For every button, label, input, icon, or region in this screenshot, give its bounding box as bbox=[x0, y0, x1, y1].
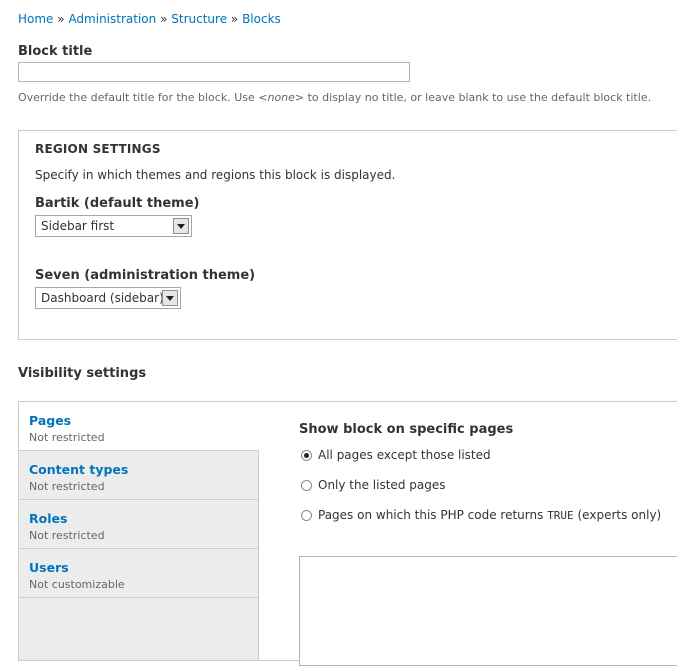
pages-textarea[interactable] bbox=[299, 556, 677, 666]
tab-content-types-summary: Not restricted bbox=[29, 480, 105, 493]
description-text: Override the default title for the block… bbox=[18, 91, 259, 104]
tab-roles[interactable]: Roles Not restricted bbox=[19, 500, 258, 549]
bartik-region-select[interactable]: Sidebar first bbox=[35, 215, 192, 237]
region-settings-description: Specify in which themes and regions this… bbox=[35, 168, 396, 182]
region-settings-fieldset: REGION SETTINGS Specify in which themes … bbox=[18, 130, 677, 340]
visibility-vertical-tabs: Pages Not restricted Content types Not r… bbox=[18, 401, 677, 666]
bartik-theme-label: Bartik (default theme) bbox=[35, 196, 200, 211]
tab-content-types-title[interactable]: Content types bbox=[29, 462, 258, 477]
tab-users[interactable]: Users Not customizable bbox=[19, 549, 258, 598]
pages-pane-title: Show block on specific pages bbox=[299, 422, 514, 437]
description-none-code: <none> bbox=[258, 91, 305, 104]
radio-label-text: (experts only) bbox=[573, 508, 662, 522]
radio-button[interactable] bbox=[301, 509, 312, 521]
chevron-down-icon[interactable] bbox=[173, 218, 189, 234]
radio-button[interactable] bbox=[301, 479, 312, 491]
seven-theme-label: Seven (administration theme) bbox=[35, 268, 256, 283]
radio-all-except-listed[interactable]: All pages except those listed bbox=[299, 448, 491, 462]
region-settings-legend: REGION SETTINGS bbox=[35, 142, 161, 156]
block-title-description: Override the default title for the block… bbox=[18, 91, 651, 104]
tab-content-types[interactable]: Content types Not restricted bbox=[19, 451, 258, 500]
radio-button-checked[interactable] bbox=[301, 449, 312, 461]
tab-users-title[interactable]: Users bbox=[29, 560, 258, 575]
breadcrumb-separator: » bbox=[160, 12, 168, 26]
tab-pages-summary: Not restricted bbox=[29, 431, 105, 444]
vertical-tab-list: Pages Not restricted Content types Not r… bbox=[19, 402, 259, 660]
breadcrumb-structure-link[interactable]: Structure bbox=[171, 12, 227, 26]
breadcrumb-blocks-link[interactable]: Blocks bbox=[242, 12, 281, 26]
tab-pages[interactable]: Pages Not restricted bbox=[19, 402, 259, 451]
seven-region-select[interactable]: Dashboard (sidebar) bbox=[35, 287, 181, 309]
bartik-region-value: Sidebar first bbox=[41, 219, 115, 233]
tab-users-summary: Not customizable bbox=[29, 578, 125, 591]
tab-roles-title[interactable]: Roles bbox=[29, 511, 258, 526]
radio-label[interactable]: All pages except those listed bbox=[318, 448, 491, 462]
breadcrumb: Home » Administration » Structure » Bloc… bbox=[18, 12, 281, 26]
radio-only-listed[interactable]: Only the listed pages bbox=[299, 478, 445, 492]
block-title-label: Block title bbox=[18, 44, 93, 59]
radio-label[interactable]: Pages on which this PHP code returns TRU… bbox=[318, 508, 661, 522]
true-code: TRUE bbox=[547, 509, 574, 522]
breadcrumb-separator: » bbox=[230, 12, 239, 26]
description-text: to display no title, or leave blank to u… bbox=[304, 91, 652, 104]
seven-region-value: Dashboard (sidebar) bbox=[41, 291, 162, 305]
radio-php-code[interactable]: Pages on which this PHP code returns TRU… bbox=[299, 508, 661, 522]
radio-label[interactable]: Only the listed pages bbox=[318, 478, 445, 492]
tab-roles-summary: Not restricted bbox=[29, 529, 105, 542]
visibility-settings-heading: Visibility settings bbox=[18, 366, 147, 381]
breadcrumb-home-link[interactable]: Home bbox=[18, 12, 53, 26]
block-title-input[interactable] bbox=[18, 62, 410, 82]
tab-pages-title[interactable]: Pages bbox=[29, 413, 259, 428]
breadcrumb-administration-link[interactable]: Administration bbox=[68, 12, 156, 26]
radio-label-text: Pages on which this PHP code returns bbox=[318, 508, 548, 522]
chevron-down-icon[interactable] bbox=[162, 290, 178, 306]
breadcrumb-separator: » bbox=[57, 12, 65, 26]
